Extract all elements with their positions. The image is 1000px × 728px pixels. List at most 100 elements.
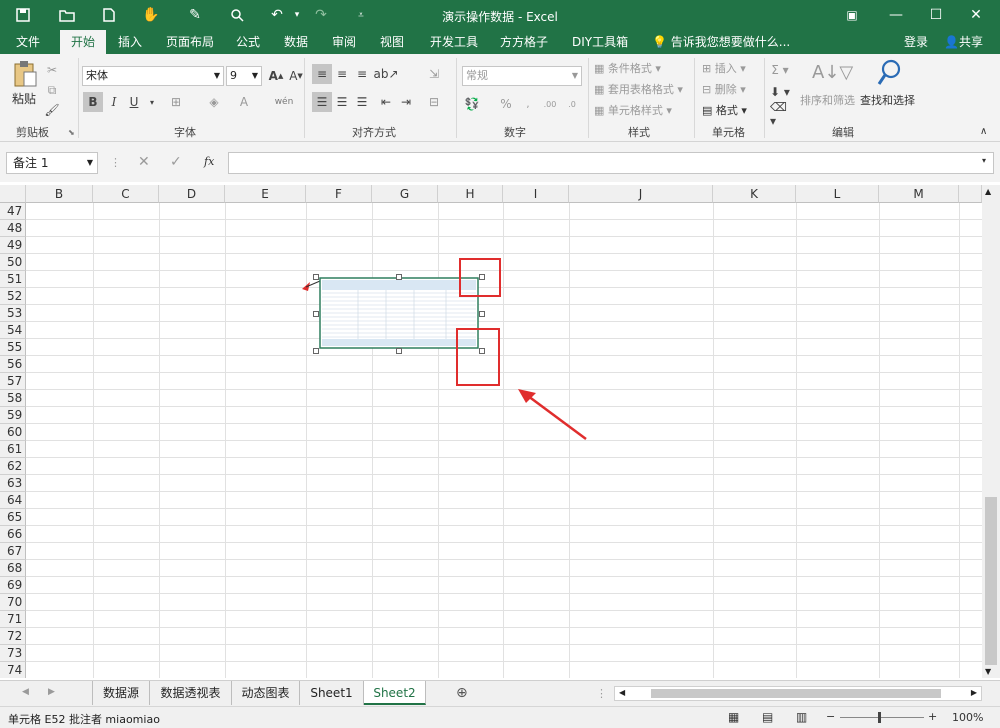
autosum-icon[interactable]: Σ ▾	[770, 60, 790, 80]
column-header-c[interactable]: C	[93, 185, 159, 203]
zoom-thumb[interactable]	[878, 712, 881, 723]
sheet-tab-dynamic-chart[interactable]: 动态图表	[232, 681, 300, 705]
column-header-l[interactable]: L	[796, 185, 879, 203]
row-header[interactable]: 48	[0, 220, 26, 237]
decrease-indent-icon[interactable]: ⇤	[376, 92, 396, 112]
number-format-select[interactable]: 常规 ▼	[462, 66, 582, 86]
row-header[interactable]: 67	[0, 543, 26, 560]
underline-button[interactable]: U	[124, 92, 144, 112]
prev-sheet-icon[interactable]: ◀	[22, 687, 29, 697]
row-header[interactable]: 65	[0, 509, 26, 526]
ribbon-display-button[interactable]: ▣	[832, 0, 872, 30]
row-header[interactable]: 55	[0, 339, 26, 356]
fill-icon[interactable]: ⬇ ▾	[770, 82, 790, 102]
zoom-out-icon[interactable]: −	[826, 710, 835, 723]
currency-icon[interactable]: 💱	[462, 94, 482, 114]
format-cells-button[interactable]: ▤ 格式 ▾	[702, 102, 747, 118]
align-top-icon[interactable]: ≡	[312, 64, 332, 84]
resize-handle[interactable]	[396, 348, 402, 354]
cancel-icon[interactable]: ✕	[138, 154, 150, 170]
scroll-up-icon[interactable]: ▲	[985, 187, 991, 196]
font-name-select[interactable]: 宋体 ▼	[82, 66, 224, 86]
sheet-tab-sheet1[interactable]: Sheet1	[300, 681, 364, 705]
merge-icon[interactable]: ⊟	[424, 92, 444, 112]
row-header[interactable]: 69	[0, 577, 26, 594]
cut-icon[interactable]: ✂	[42, 60, 62, 80]
zoom-in-icon[interactable]: +	[928, 710, 937, 723]
row-header[interactable]: 52	[0, 288, 26, 305]
dialog-launcher-icon[interactable]: ⬊	[68, 128, 75, 137]
signin-link[interactable]: 登录	[898, 30, 934, 54]
percent-button[interactable]: %	[496, 94, 516, 114]
scroll-thumb[interactable]	[985, 497, 997, 665]
row-header[interactable]: 54	[0, 322, 26, 339]
resize-handle[interactable]	[313, 348, 319, 354]
tab-view[interactable]: 视图	[374, 30, 410, 54]
conditional-format-button[interactable]: ▦ 条件格式 ▾	[594, 60, 661, 76]
align-middle-icon[interactable]: ≡	[332, 64, 352, 84]
column-header-k[interactable]: K	[713, 185, 796, 203]
normal-view-icon[interactable]: ▦	[728, 710, 739, 724]
font-color-icon[interactable]: A	[234, 92, 254, 112]
decrease-font-icon[interactable]: A ▼	[286, 66, 306, 86]
share-button[interactable]: 👤共享	[938, 30, 989, 54]
tell-me-box[interactable]: 💡 告诉我您想要做什么...	[646, 30, 796, 54]
row-header[interactable]: 58	[0, 390, 26, 407]
minimize-button[interactable]: —	[876, 0, 916, 30]
sort-filter-label[interactable]: 排序和筛选	[800, 92, 855, 108]
align-center-icon[interactable]: ☰	[332, 92, 352, 112]
maximize-button[interactable]: ☐	[916, 0, 956, 30]
wrap-text-icon[interactable]: ⇲	[424, 64, 444, 84]
row-header[interactable]: 61	[0, 441, 26, 458]
tab-file[interactable]: 文件	[10, 30, 46, 54]
column-header-b[interactable]: B	[26, 185, 93, 203]
sort-filter-icon[interactable]: A↓▽	[812, 62, 853, 83]
column-header-e[interactable]: E	[225, 185, 306, 203]
add-sheet-icon[interactable]: ⊕	[456, 685, 468, 701]
select-all-corner[interactable]	[0, 185, 26, 203]
align-bottom-icon[interactable]: ≡	[352, 64, 372, 84]
resize-handle[interactable]	[313, 311, 319, 317]
column-header-m[interactable]: M	[879, 185, 959, 203]
zoom-level[interactable]: 100%	[952, 711, 983, 724]
sheet-tab-source[interactable]: 数据源	[92, 681, 150, 705]
orientation-icon[interactable]: ab↗	[373, 64, 398, 84]
column-header-i[interactable]: I	[503, 185, 569, 203]
row-header[interactable]: 72	[0, 628, 26, 645]
find-select-icon[interactable]	[876, 58, 904, 88]
font-size-select[interactable]: 9 ▼	[226, 66, 262, 86]
column-header-h[interactable]: H	[438, 185, 503, 203]
row-header[interactable]: 66	[0, 526, 26, 543]
column-header-next[interactable]	[959, 185, 982, 203]
copy-icon[interactable]: ⧉	[42, 80, 62, 100]
align-left-icon[interactable]: ☰	[312, 92, 332, 112]
scroll-right-icon[interactable]: ▶	[971, 688, 977, 697]
close-button[interactable]: ✕	[956, 0, 996, 30]
worksheet-grid[interactable]: B C D E F G H I J K L M 47 48 49 50 51 5…	[0, 185, 982, 678]
column-header-g[interactable]: G	[372, 185, 438, 203]
row-header[interactable]: 73	[0, 645, 26, 662]
resize-handle[interactable]	[313, 274, 319, 280]
paste-button[interactable]	[12, 60, 40, 90]
fill-color-icon[interactable]: ◈	[204, 92, 224, 112]
tab-diy-toolbox[interactable]: DIY工具箱	[566, 30, 634, 54]
formula-input[interactable]	[228, 152, 994, 174]
collapse-ribbon-icon[interactable]: ∧	[980, 126, 987, 137]
horizontal-scrollbar[interactable]: ◀ ▶	[614, 686, 982, 701]
row-header[interactable]: 63	[0, 475, 26, 492]
border-icon[interactable]: ⊞	[166, 92, 186, 112]
increase-decimal-icon[interactable]: .00	[540, 94, 560, 114]
resize-handle[interactable]	[396, 274, 402, 280]
increase-font-icon[interactable]: A ▲	[266, 66, 286, 86]
scroll-left-icon[interactable]: ◀	[619, 688, 625, 697]
row-header[interactable]: 49	[0, 237, 26, 254]
row-header[interactable]: 47	[0, 203, 26, 220]
zoom-slider[interactable]	[840, 717, 924, 718]
vertical-scrollbar[interactable]: ▲ ▼	[982, 185, 1000, 678]
tab-fangfang[interactable]: 方方格子	[494, 30, 554, 54]
tab-page-layout[interactable]: 页面布局	[160, 30, 220, 54]
decrease-decimal-icon[interactable]: .0	[562, 94, 582, 114]
row-header[interactable]: 60	[0, 424, 26, 441]
bold-button[interactable]: B	[83, 92, 103, 112]
chevron-down-icon[interactable]: ▾	[142, 92, 162, 112]
